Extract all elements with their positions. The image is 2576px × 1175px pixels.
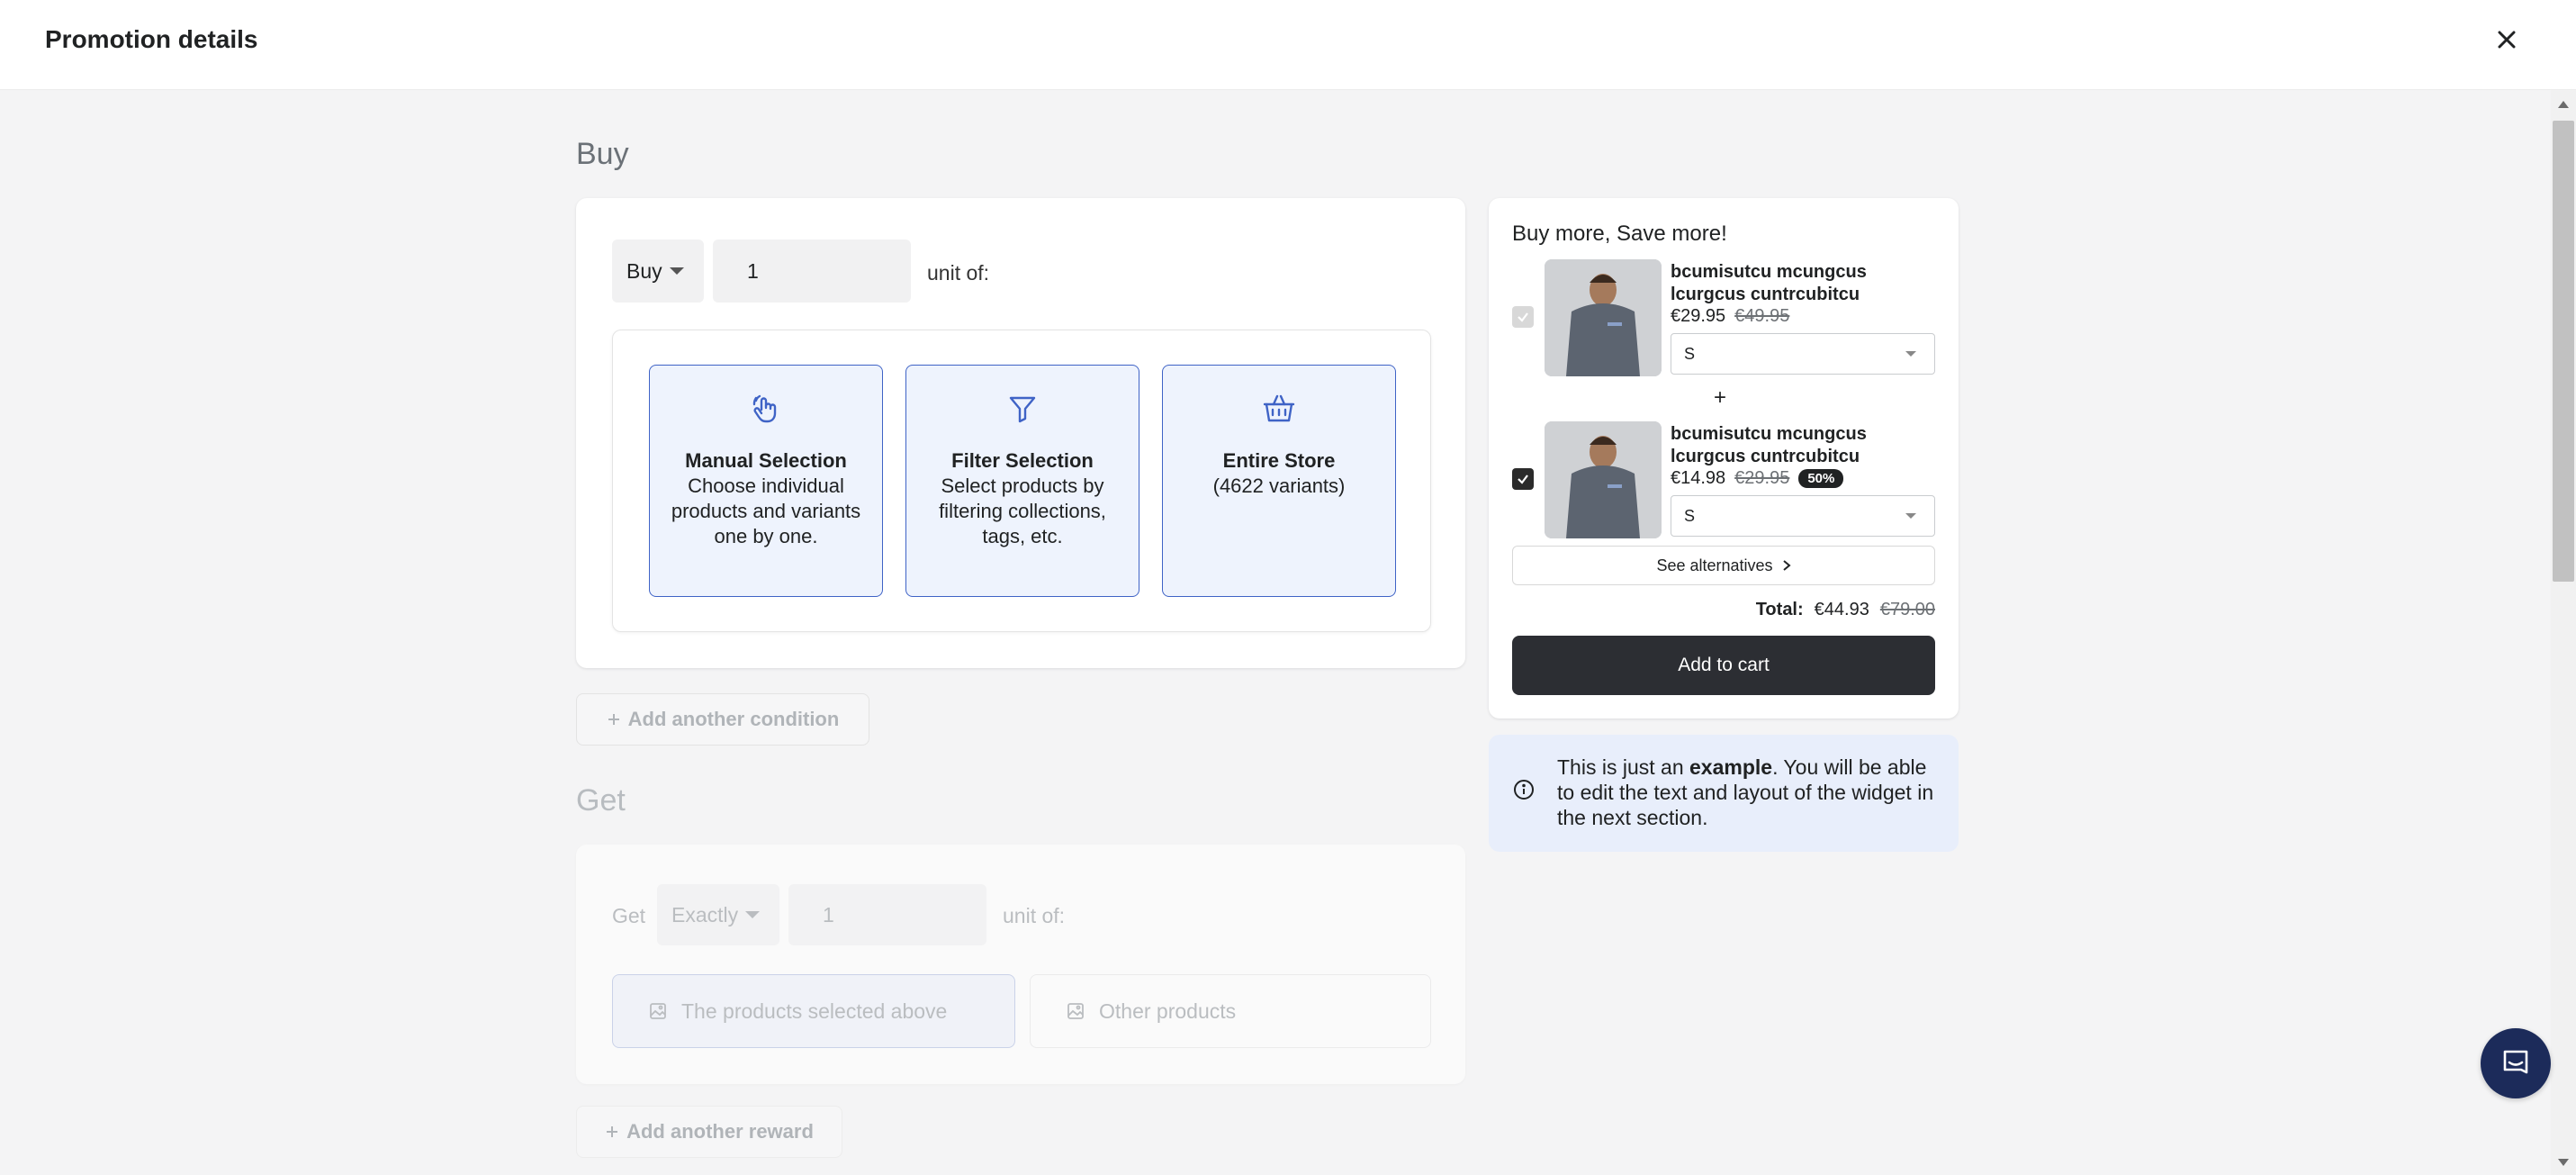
scrollbar[interactable] (2551, 90, 2576, 1175)
total-compare-price: €79.00 (1879, 600, 1935, 619)
image-icon (1067, 1003, 1084, 1019)
close-icon (2498, 31, 2516, 49)
plus-separator: + (1714, 385, 1727, 410)
product-image (1545, 259, 1662, 376)
info-banner: This is just an example. You will be abl… (1489, 735, 1959, 852)
entire-store-option[interactable]: Entire Store (4622 variants) (1162, 365, 1396, 597)
tshirt-image (1545, 259, 1662, 376)
caret-down-icon (1905, 513, 1916, 519)
compare-price: €29.95 (1734, 468, 1790, 488)
discount-badge: 50% (1798, 469, 1844, 488)
touch-icon (752, 394, 777, 423)
option-label: The products selected above (681, 999, 948, 1023)
product-image (1545, 421, 1662, 538)
info-text-start: This is just an (1557, 755, 1689, 779)
price: €29.95 (1671, 306, 1726, 326)
add-reward-label: Add another reward (626, 1120, 814, 1143)
buy-section-title: Buy (576, 137, 629, 171)
other-products-option[interactable]: Other products (1030, 974, 1431, 1048)
variant-select[interactable]: S (1671, 333, 1935, 375)
total-row: Total: €44.93 €79.00 (1756, 600, 1935, 620)
add-condition-button[interactable]: Add another condition (576, 693, 869, 746)
compare-price: €49.95 (1734, 306, 1790, 326)
basket-icon (1263, 394, 1295, 422)
buy-mode-select[interactable]: Buy (612, 240, 704, 303)
buy-mode-value: Buy (626, 258, 662, 283)
info-icon (1512, 778, 1536, 806)
chevron-right-icon (1782, 560, 1791, 571)
option-title: Manual Selection (685, 449, 847, 472)
widget-title: Buy more, Save more! (1512, 221, 1727, 246)
filter-icon (1009, 396, 1036, 423)
option-title: Filter Selection (951, 449, 1094, 472)
total-label: Total: (1755, 600, 1804, 619)
add-reward-button[interactable]: Add another reward (576, 1106, 842, 1158)
info-text: This is just an example. You will be abl… (1557, 755, 1944, 830)
product-checkbox[interactable] (1512, 468, 1534, 490)
close-button[interactable] (2489, 22, 2525, 58)
buy-unit-label: unit of: (927, 261, 990, 285)
buy-quantity-input[interactable]: 1 (713, 240, 911, 303)
option-title: Entire Store (1222, 449, 1336, 472)
products-selected-above-option[interactable]: The products selected above (612, 974, 1015, 1048)
see-alternatives-button[interactable]: See alternatives (1512, 546, 1935, 585)
option-description: Select products by filtering collections… (939, 475, 1106, 547)
buy-card: Buy 1 unit of: Manual Selection Choose i… (576, 198, 1465, 668)
tshirt-image (1545, 421, 1662, 538)
product-price: €29.95 €49.95 (1671, 306, 1789, 327)
chat-button[interactable] (2481, 1028, 2551, 1098)
scroll-up-icon[interactable] (2558, 101, 2569, 108)
check-icon (1518, 312, 1528, 322)
get-card: Get Exactly 1 unit of: The products sele… (576, 845, 1465, 1084)
get-mode-select[interactable]: Exactly (657, 884, 779, 945)
product-name: bcumisutcu mcungcus lcurgcus cuntrcubitc… (1671, 262, 1867, 304)
caret-down-icon (669, 267, 684, 275)
manual-selection-option[interactable]: Manual Selection Choose individual produ… (649, 365, 883, 597)
option-description: Choose individual products and variants … (671, 475, 861, 547)
price: €14.98 (1671, 468, 1726, 488)
get-quantity-input[interactable]: 1 (788, 884, 986, 945)
option-description: (4622 variants) (1212, 475, 1346, 497)
get-label: Get (612, 904, 646, 927)
product-checkbox[interactable] (1512, 306, 1534, 328)
get-mode-value: Exactly (671, 902, 739, 926)
image-icon (650, 1003, 666, 1019)
add-to-cart-button[interactable]: Add to cart (1512, 636, 1935, 695)
variant-value: S (1684, 506, 1696, 525)
get-unit-label: unit of: (1003, 904, 1066, 927)
modal-header: Promotion details (0, 0, 2576, 90)
add-condition-label: Add another condition (627, 708, 840, 730)
check-icon (1518, 475, 1528, 484)
chat-icon (2503, 1050, 2528, 1074)
see-alternatives-label: See alternatives (1656, 556, 1773, 574)
variant-value: S (1684, 344, 1696, 363)
page-title: Promotion details (45, 25, 258, 53)
info-text-bold: example (1689, 755, 1773, 779)
product-price: €14.98 €29.95 50% (1671, 468, 1844, 489)
filter-selection-option[interactable]: Filter Selection Select products by filt… (905, 365, 1139, 597)
product-name: bcumisutcu mcungcus lcurgcus cuntrcubitc… (1671, 424, 1867, 466)
option-label: Other products (1099, 999, 1237, 1023)
widget-preview: Buy more, Save more! bcumisutcu mcungcus… (1489, 198, 1959, 719)
plus-icon (607, 1126, 618, 1137)
variant-select[interactable]: S (1671, 495, 1935, 537)
selection-options: Manual Selection Choose individual produ… (612, 330, 1431, 632)
total-price: €44.93 (1814, 600, 1869, 619)
plus-icon (608, 714, 619, 725)
caret-down-icon (745, 911, 761, 918)
caret-down-icon (1905, 351, 1916, 357)
scroll-down-icon[interactable] (2558, 1159, 2569, 1166)
get-section-title: Get (576, 783, 626, 818)
scrollbar-thumb[interactable] (2553, 121, 2574, 582)
